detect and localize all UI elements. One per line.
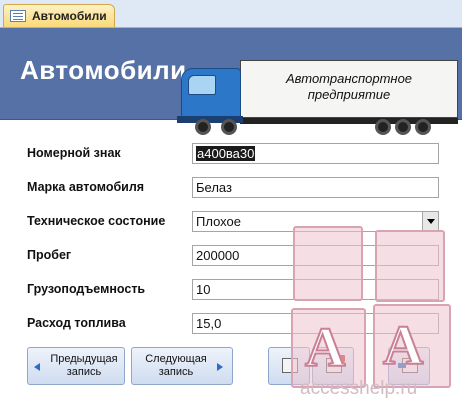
- next-record-label-line2: запись: [158, 366, 194, 378]
- watermark-letter-a: A: [304, 316, 346, 380]
- watermark-letter-a: A: [382, 314, 424, 378]
- page-title: Автомобили: [20, 55, 187, 85]
- truck-cab: [181, 68, 241, 120]
- truck-wheel: [195, 119, 211, 135]
- technical-condition-value: Плохое: [196, 214, 241, 229]
- access-tile-icon: [375, 230, 445, 302]
- previous-record-label-line2: запись: [66, 366, 102, 378]
- car-brand-field[interactable]: Белаз: [192, 177, 439, 198]
- license-plate-field[interactable]: а400ва30: [192, 143, 439, 164]
- label-load-capacity: Грузоподъемность: [27, 282, 146, 296]
- banner-text: Автотранспортное предприятие: [241, 71, 457, 103]
- previous-record-label-line1: Предыдущая: [50, 353, 118, 365]
- license-plate-value: а400ва30: [196, 146, 256, 161]
- next-record-button[interactable]: Следующая запись: [131, 347, 233, 385]
- tab-avtomobili[interactable]: Автомобили: [3, 4, 115, 27]
- tab-label: Автомобили: [32, 9, 107, 23]
- label-license-plate: Номерной знак: [27, 146, 121, 160]
- previous-record-button[interactable]: Предыдущая запись: [27, 347, 125, 385]
- arrow-right-icon: [217, 363, 223, 371]
- truck-wheel: [415, 119, 431, 135]
- label-car-brand: Марка автомобиля: [27, 180, 145, 194]
- label-fuel-consumption: Расход топлива: [27, 316, 126, 330]
- document-tab-strip: Автомобили: [0, 0, 462, 28]
- form-header: Автомобили Автотранспортное предприятие: [0, 28, 462, 135]
- form-icon: [10, 10, 26, 22]
- banner-text-line2: предприятие: [307, 87, 391, 102]
- truck-trailer: Автотранспортное предприятие: [240, 60, 458, 118]
- label-mileage: Пробег: [27, 248, 72, 262]
- banner-text-line1: Автотранспортное: [285, 71, 413, 86]
- arrow-left-icon: [34, 363, 40, 371]
- truck-wheel: [375, 119, 391, 135]
- next-record-label-line1: Следующая: [145, 353, 207, 365]
- truck-image: Автотранспортное предприятие: [175, 58, 460, 140]
- label-technical-condition: Техническое состоние: [27, 214, 166, 228]
- truck-wheel: [395, 119, 411, 135]
- watermark-text: accesshelp.ru: [300, 378, 418, 399]
- truck-wheel: [221, 119, 237, 135]
- truck-cab-window: [188, 75, 216, 95]
- key-tile-icon: [293, 226, 363, 301]
